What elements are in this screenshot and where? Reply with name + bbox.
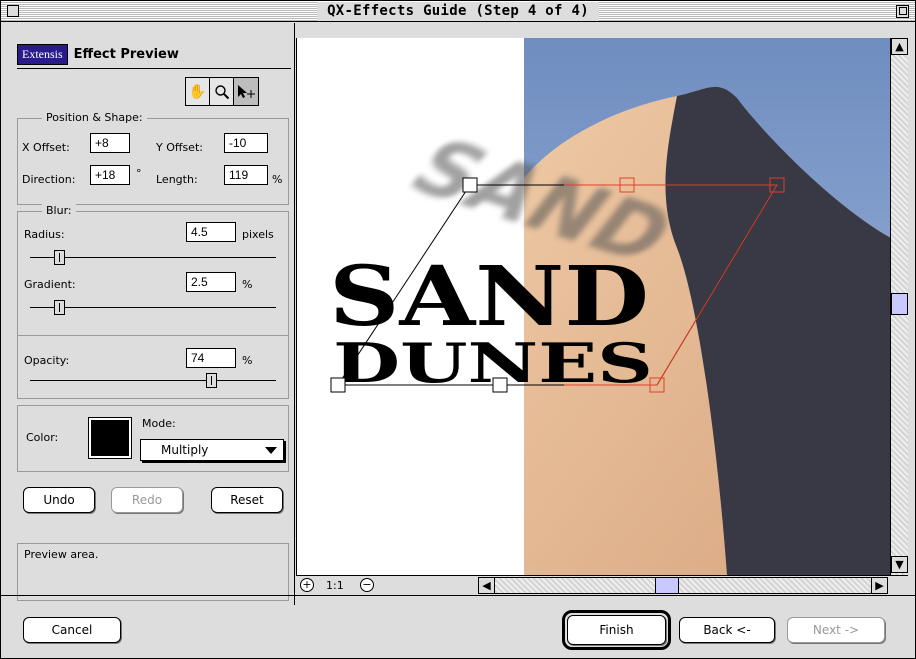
radius-slider-thumb[interactable] [53,250,65,265]
color-label: Color: [26,431,59,444]
blur-group: Blur: Radius: pixels Gradient: % [17,204,289,343]
panel-title: Effect Preview [73,46,179,62]
horizontal-scroll-thumb[interactable] [655,577,679,594]
next-button[interactable]: Next -> [787,617,885,643]
mode-label: Mode: [142,417,176,430]
position-shape-title: Position & Shape: [42,111,147,124]
dropdown-arrow-icon [265,447,277,454]
opacity-slider-thumb[interactable] [206,373,218,388]
move-icon[interactable] [234,78,258,105]
blur-title: Blur: [42,204,76,217]
mode-select[interactable]: Multiply [140,439,284,461]
opacity-slider-track [30,380,276,381]
length-label: Length: [156,173,198,186]
gradient-slider-thumb[interactable] [53,300,65,315]
x-offset-field[interactable] [90,133,130,153]
length-field[interactable] [224,165,268,185]
color-swatch[interactable] [88,417,132,459]
zoom-box[interactable] [896,5,909,18]
redo-button[interactable]: Redo [111,487,183,513]
hand-icon[interactable]: ✋ [186,78,210,105]
y-offset-label: Y Offset: [156,141,203,154]
vertical-scroll-thumb[interactable] [891,293,908,315]
gradient-unit: % [242,278,253,291]
gradient-label: Gradient: [24,278,76,291]
status-text: Preview area. [24,548,99,561]
radius-unit: pixels [242,228,274,241]
gradient-field[interactable] [186,272,236,292]
opacity-field[interactable] [186,348,236,368]
preview-canvas[interactable]: SAND SAND DUNES [296,38,890,575]
panel-header: Extensis Effect Preview [17,43,179,65]
cancel-button[interactable]: Cancel [23,617,121,643]
footer-divider [1,595,915,596]
finish-button[interactable]: Finish [567,615,666,645]
y-offset-field[interactable] [224,133,268,153]
radius-slider-track [30,257,276,258]
position-shape-group: Position & Shape: X Offset: Y Offset: Di… [17,111,289,205]
opacity-group: Opacity: % [17,335,289,399]
back-button[interactable]: Back <- [679,617,775,643]
handle-bottom-left[interactable] [330,377,346,393]
direction-label: Direction: [22,173,76,186]
scroll-down-icon[interactable]: ▼ [891,556,908,573]
opacity-label: Opacity: [24,354,70,367]
undo-button[interactable]: Undo [23,487,95,513]
guide-window: QX-Effects Guide (Step 4 of 4) Extensis … [0,0,916,659]
length-unit: % [272,173,283,186]
divider [17,68,291,69]
color-group: Color: Mode: Multiply [17,405,289,472]
extensis-logo: Extensis [17,43,68,65]
vertical-scrollbar[interactable]: ▲ ▼ [890,38,908,575]
preview-tools: ✋ [185,77,259,106]
reset-button[interactable]: Reset [211,487,283,513]
scroll-up-icon[interactable]: ▲ [891,38,908,55]
opacity-unit: % [242,354,253,367]
color-swatch-fill [91,420,129,456]
scroll-right-icon[interactable]: ▶ [871,577,888,594]
handle-bottom-middle[interactable] [492,377,508,393]
title-bar[interactable]: QX-Effects Guide (Step 4 of 4) [1,1,915,22]
scroll-left-icon[interactable]: ◀ [478,577,495,594]
preview-image: SAND SAND DUNES [297,38,890,575]
handle-top-left[interactable] [462,177,478,193]
mode-value: Multiply [161,443,209,457]
gradient-slider-track [30,307,276,308]
close-box[interactable] [7,5,19,17]
window-title: QX-Effects Guide (Step 4 of 4) [327,3,589,19]
direction-field[interactable] [90,165,130,185]
horizontal-scrollbar[interactable]: ◀ ▶ [478,577,888,594]
preview-footer-bar: + 1:1 − ◀ ▶ [296,575,908,594]
zoom-level: 1:1 [326,579,344,592]
effect-controls-panel: Extensis Effect Preview ✋ Position & Sha… [1,23,295,605]
degree-symbol: ° [136,167,142,180]
radius-field[interactable] [186,222,236,242]
radius-label: Radius: [24,228,65,241]
status-area: Preview area. [17,543,289,601]
zoom-out-button[interactable]: − [360,578,374,592]
x-offset-label: X Offset: [22,141,70,154]
zoom-icon[interactable] [210,78,234,105]
zoom-in-button[interactable]: + [300,578,314,592]
